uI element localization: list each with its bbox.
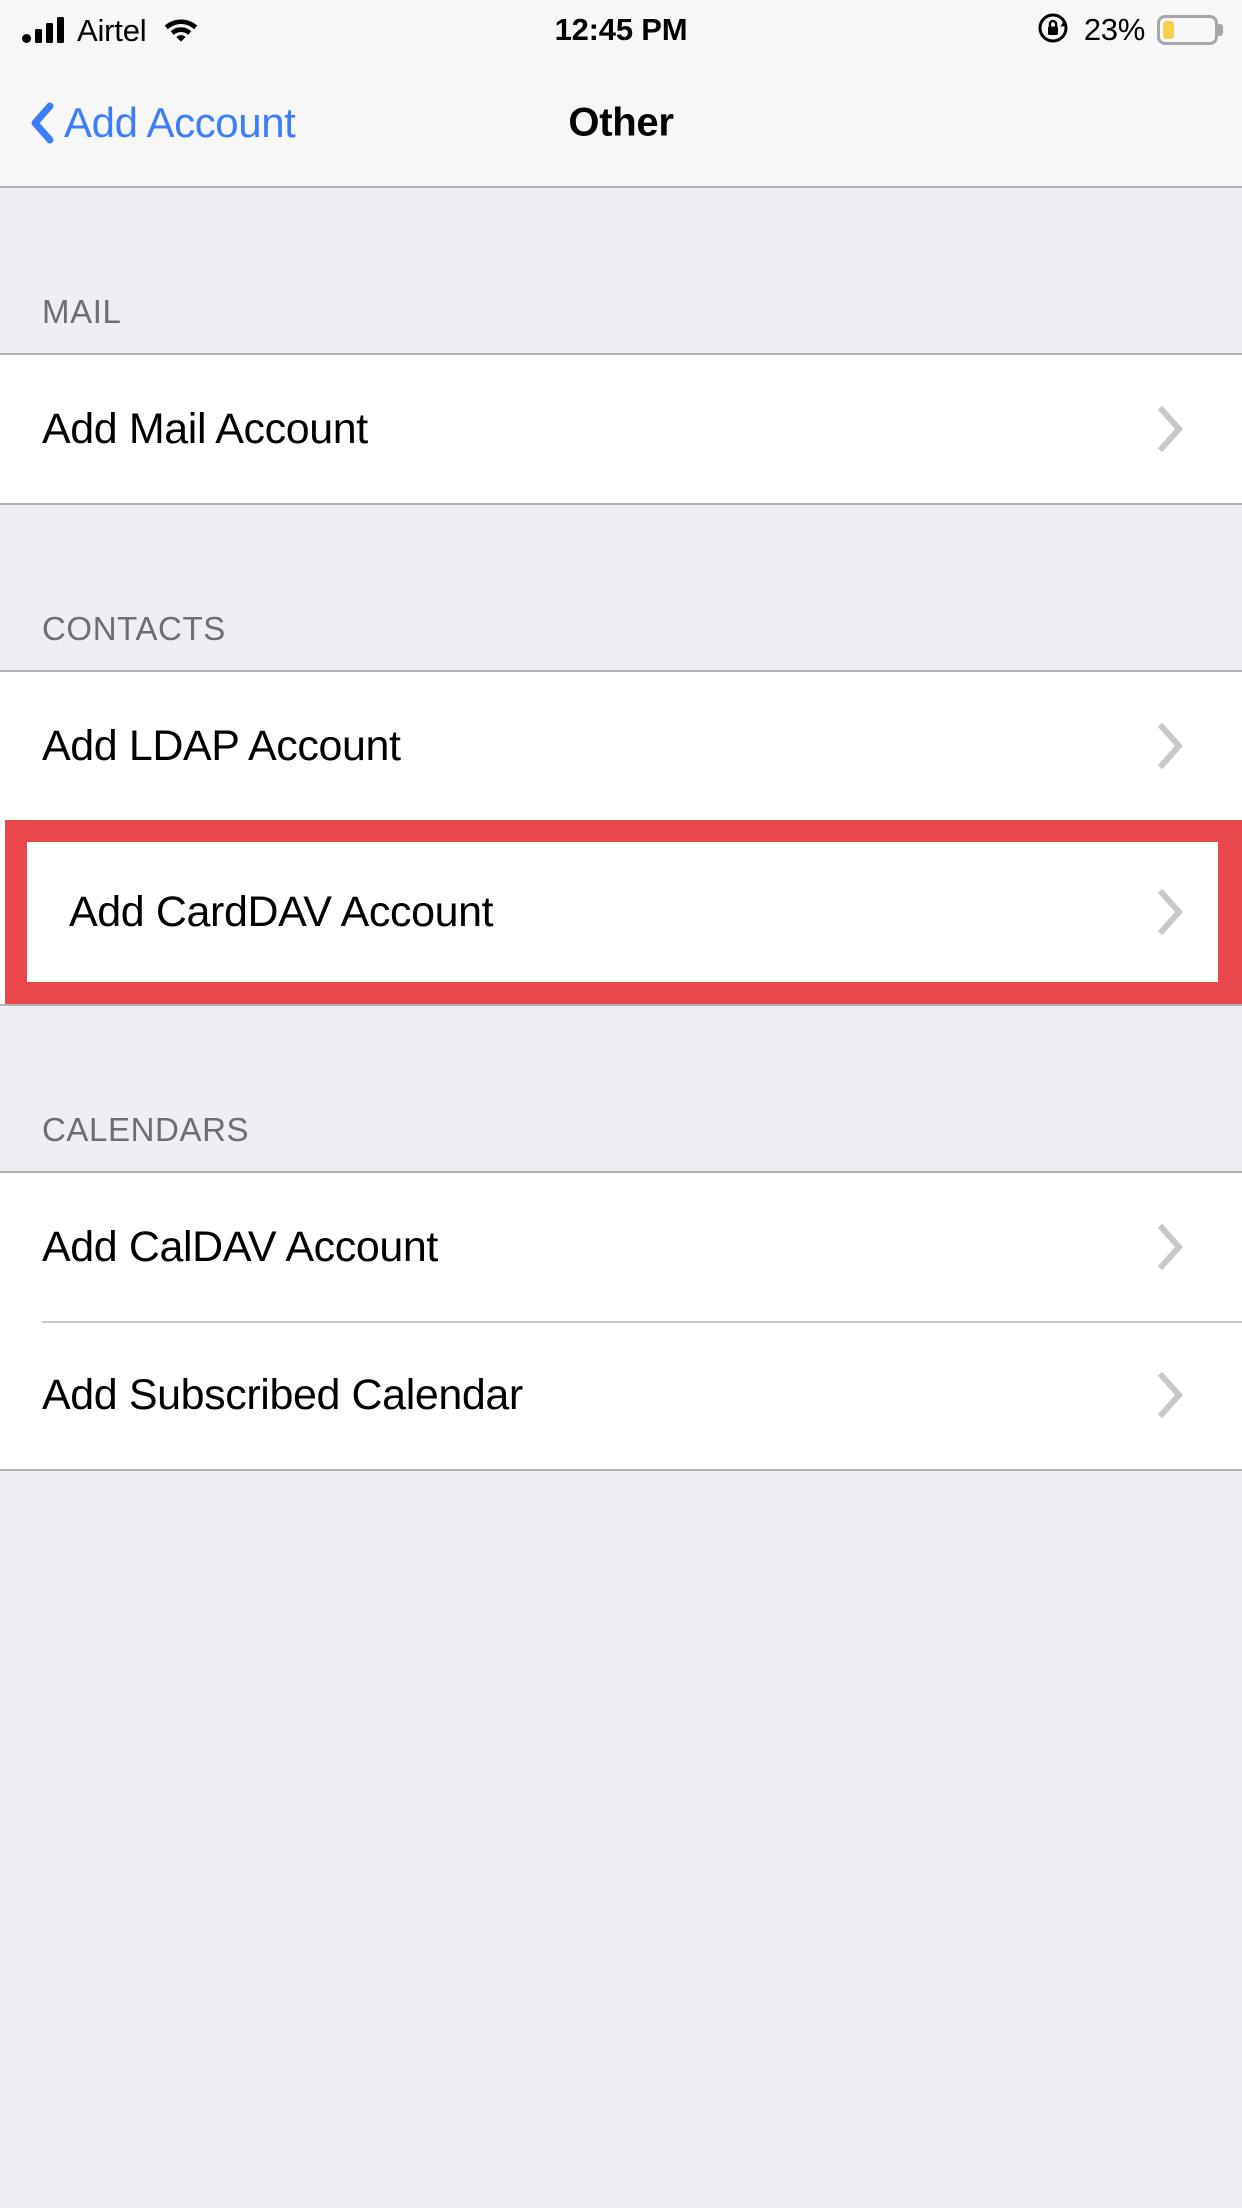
settings-list: MAIL Add Mail Account CONTACTS Add LDAP … [0,188,1242,2208]
page-title: Other [568,100,674,145]
row-add-carddav-account[interactable]: Add CardDAV Account [27,842,1218,982]
battery-percent-label: 23% [1083,12,1145,47]
chevron-right-icon [1157,1371,1184,1419]
chevron-right-icon [1157,722,1184,770]
section-group-calendars: Add CalDAV Account Add Subscribed Calend… [0,1171,1242,1471]
chevron-right-icon [1157,405,1184,453]
status-bar-right: 23% [1036,10,1223,51]
row-add-mail-account[interactable]: Add Mail Account [0,355,1242,503]
row-label: Add Mail Account [42,404,368,453]
battery-icon [1157,15,1223,45]
highlight-annotation-box: Add CardDAV Account [5,820,1242,1004]
section-group-contacts: Add LDAP Account Add CardDAV Account [0,670,1242,1006]
status-bar: Airtel 12:45 PM 23% [0,0,1242,60]
row-add-ldap-account[interactable]: Add LDAP Account [0,672,1242,820]
settings-other-screen: Airtel 12:45 PM 23% Add Account Other MA… [0,0,1242,2208]
empty-list-area [0,1471,1242,2208]
section-header-contacts: CONTACTS [0,505,1242,670]
chevron-right-icon [1157,1223,1184,1271]
row-label: Add CalDAV Account [42,1222,438,1271]
section-header-calendars: CALENDARS [0,1006,1242,1171]
row-label: Add Subscribed Calendar [42,1370,523,1419]
row-add-subscribed-calendar[interactable]: Add Subscribed Calendar [0,1321,1242,1469]
row-label: Add CardDAV Account [69,887,494,936]
chevron-right-icon [1157,888,1184,936]
section-group-mail: Add Mail Account [0,353,1242,505]
section-header-mail: MAIL [0,188,1242,353]
rotation-lock-icon [1036,10,1072,51]
navigation-bar: Add Account Other [0,60,1242,188]
row-add-caldav-account[interactable]: Add CalDAV Account [0,1173,1242,1321]
row-label: Add LDAP Account [42,721,401,770]
